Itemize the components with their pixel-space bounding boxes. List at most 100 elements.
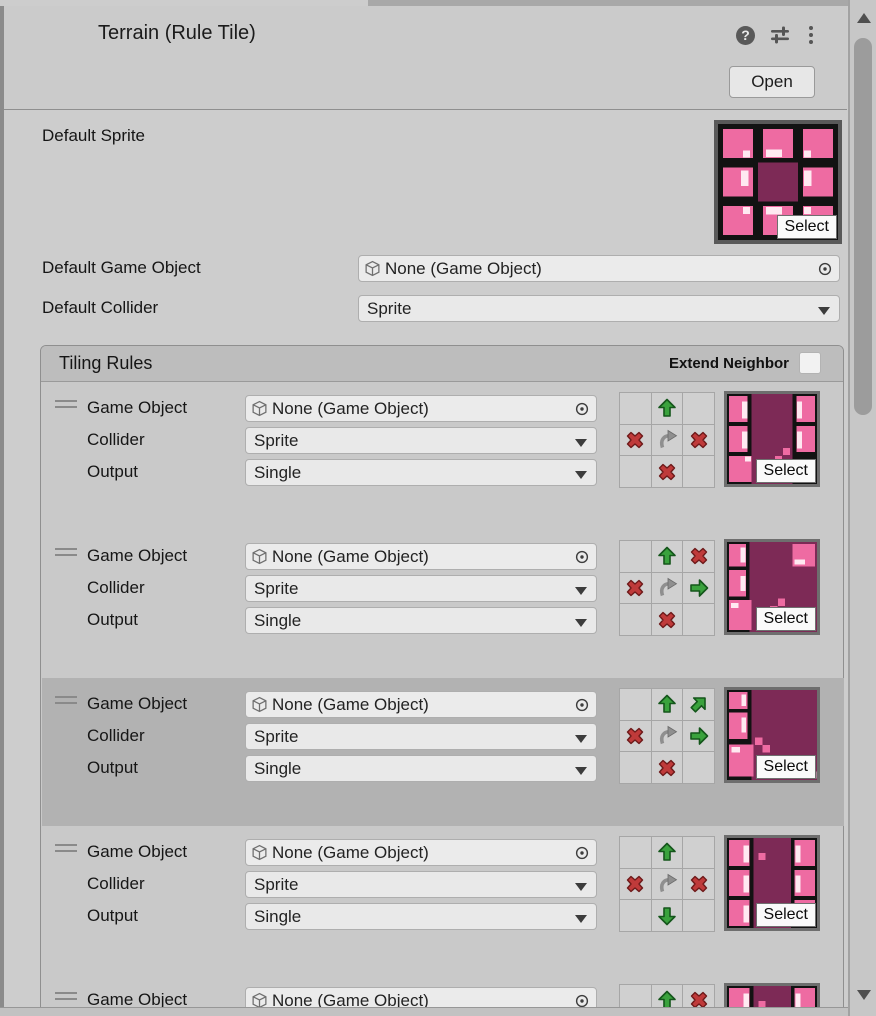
neighbor-cell-empty[interactable] xyxy=(683,752,714,783)
neighbor-cell[interactable] xyxy=(652,689,683,720)
neighbor-cell[interactable] xyxy=(683,573,714,604)
neighbor-cell[interactable] xyxy=(620,869,651,900)
object-picker-icon[interactable] xyxy=(568,840,596,865)
neighbor-cell-empty[interactable] xyxy=(620,752,651,783)
neighbor-up-right-arrow-icon xyxy=(687,692,711,716)
neighbor-cell-empty[interactable] xyxy=(620,456,651,487)
neighbor-cell-empty[interactable] xyxy=(620,837,651,868)
neighbor-cell[interactable] xyxy=(683,689,714,720)
neighbor-not-this-icon xyxy=(655,608,679,632)
rule-sprite-preview[interactable]: Select xyxy=(724,539,820,635)
neighbor-not-this-icon xyxy=(623,724,647,748)
scroll-down-icon[interactable] xyxy=(857,990,871,1000)
tiling-rule-row[interactable]: Game Object Collider Output None (Game O… xyxy=(42,678,844,826)
extend-neighbor-checkbox[interactable] xyxy=(799,352,821,374)
neighbor-cell-empty[interactable] xyxy=(683,393,714,424)
rule-sprite-select-button[interactable]: Select xyxy=(756,903,816,927)
neighbor-cell[interactable] xyxy=(652,573,683,604)
rule-output-dropdown[interactable]: Single xyxy=(245,755,597,782)
rule-game-object-field[interactable]: None (Game Object) xyxy=(245,691,597,718)
neighbor-cell[interactable] xyxy=(620,573,651,604)
rule-collider-dropdown[interactable]: Sprite xyxy=(245,575,597,602)
neighbor-not-this-icon xyxy=(623,428,647,452)
rule-drag-handle[interactable] xyxy=(55,548,77,560)
neighbor-cell-empty[interactable] xyxy=(683,837,714,868)
default-sprite-preview[interactable]: Select xyxy=(714,120,842,244)
scrollbar-thumb[interactable] xyxy=(854,38,872,415)
rule-output-dropdown[interactable]: Single xyxy=(245,903,597,930)
rule-output-dropdown[interactable]: Single xyxy=(245,607,597,634)
more-menu-icon[interactable] xyxy=(805,25,817,45)
rule-drag-handle[interactable] xyxy=(55,844,77,856)
neighbor-cell-empty[interactable] xyxy=(683,900,714,931)
neighbor-not-this-icon xyxy=(687,872,711,896)
rule-collider-label: Collider xyxy=(87,430,145,450)
neighbor-cell[interactable] xyxy=(652,425,683,456)
rule-sprite-select-button[interactable]: Select xyxy=(756,755,816,779)
neighbor-cell[interactable] xyxy=(683,425,714,456)
vertical-scrollbar[interactable] xyxy=(848,0,876,1016)
neighbor-cell[interactable] xyxy=(620,425,651,456)
neighbor-cell[interactable] xyxy=(652,752,683,783)
open-button[interactable]: Open xyxy=(729,66,815,98)
neighbor-cell[interactable] xyxy=(652,869,683,900)
neighbor-cell[interactable] xyxy=(683,541,714,572)
rule-game-object-field[interactable]: None (Game Object) xyxy=(245,395,597,422)
rule-tile-asset-icon xyxy=(30,32,68,70)
tiling-rule-row[interactable]: Game Object Collider Output None (Game O… xyxy=(42,530,844,678)
object-picker-icon[interactable] xyxy=(568,396,596,421)
neighbor-cell-empty[interactable] xyxy=(683,456,714,487)
neighbor-up-arrow-icon xyxy=(655,692,679,716)
neighbor-cell[interactable] xyxy=(652,604,683,635)
neighbor-cell[interactable] xyxy=(652,541,683,572)
neighbor-cell-empty[interactable] xyxy=(620,689,651,720)
object-picker-icon[interactable] xyxy=(811,256,839,281)
neighbor-cell[interactable] xyxy=(620,721,651,752)
rule-collider-dropdown[interactable]: Sprite xyxy=(245,427,597,454)
tiling-rules-header: Tiling Rules Extend Neighbor xyxy=(41,346,843,382)
rule-drag-handle[interactable] xyxy=(55,400,77,412)
neighbor-cell-empty[interactable] xyxy=(620,900,651,931)
neighbor-cell-empty[interactable] xyxy=(620,393,651,424)
help-icon[interactable]: ? xyxy=(736,26,755,45)
neighbor-cell[interactable] xyxy=(683,721,714,752)
neighbor-cell[interactable] xyxy=(652,393,683,424)
rule-output-dropdown[interactable]: Single xyxy=(245,459,597,486)
rule-game-object-field[interactable]: None (Game Object) xyxy=(245,543,597,570)
rule-game-object-value: None (Game Object) xyxy=(272,399,568,419)
presets-icon[interactable] xyxy=(769,25,791,45)
default-collider-dropdown[interactable]: Sprite xyxy=(358,295,840,322)
default-game-object-field[interactable]: None (Game Object) xyxy=(358,255,840,282)
panel-bottom-edge xyxy=(0,1007,876,1016)
tiling-rule-row[interactable]: Game Object Collider Output None (Game O… xyxy=(42,382,844,530)
rule-game-object-field[interactable]: None (Game Object) xyxy=(245,839,597,866)
object-picker-icon[interactable] xyxy=(568,692,596,717)
neighbor-cell[interactable] xyxy=(652,837,683,868)
game-object-cube-icon xyxy=(251,696,268,713)
rule-output-value: Single xyxy=(254,611,301,631)
object-picker-icon[interactable] xyxy=(568,544,596,569)
default-sprite-select-button[interactable]: Select xyxy=(777,215,837,239)
rule-collider-label: Collider xyxy=(87,578,145,598)
neighbor-cell-empty[interactable] xyxy=(620,604,651,635)
rule-drag-handle[interactable] xyxy=(55,696,77,708)
rule-sprite-select-button[interactable]: Select xyxy=(756,607,816,631)
neighbor-cell-empty[interactable] xyxy=(683,604,714,635)
scroll-up-icon[interactable] xyxy=(857,13,871,23)
rule-sprite-preview[interactable]: Select xyxy=(724,687,820,783)
neighbor-cell[interactable] xyxy=(683,869,714,900)
rule-sprite-preview[interactable]: Select xyxy=(724,391,820,487)
rule-collider-dropdown[interactable]: Sprite xyxy=(245,723,597,750)
tiling-rule-row[interactable]: Game Object Collider Output None (Game O… xyxy=(42,826,844,974)
neighbor-cell[interactable] xyxy=(652,900,683,931)
rule-sprite-preview[interactable]: Select xyxy=(724,835,820,931)
neighbor-cell[interactable] xyxy=(652,721,683,752)
rule-drag-handle[interactable] xyxy=(55,992,77,1004)
neighbor-cell[interactable] xyxy=(652,456,683,487)
rule-collider-dropdown[interactable]: Sprite xyxy=(245,871,597,898)
rule-output-label: Output xyxy=(87,758,138,778)
rule-sprite-select-button[interactable]: Select xyxy=(756,459,816,483)
neighbor-cell-empty[interactable] xyxy=(620,541,651,572)
tiling-rules-box: Tiling Rules Extend Neighbor Game Object… xyxy=(40,345,844,1016)
rule-output-label: Output xyxy=(87,462,138,482)
